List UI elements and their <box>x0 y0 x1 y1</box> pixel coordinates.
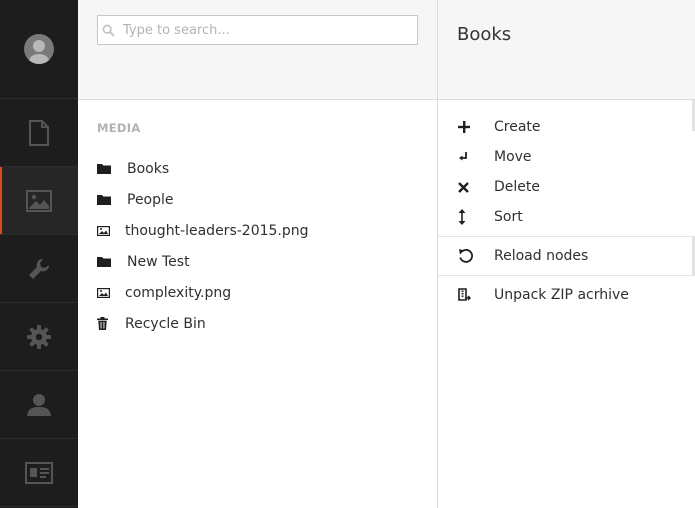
avatar-icon <box>29 40 49 64</box>
action-reload-nodes[interactable]: Reload nodes <box>438 241 695 271</box>
actions-title: Books <box>457 24 512 45</box>
tree-item-books[interactable]: Books <box>97 153 309 184</box>
actions-group-main: Create Move Delete Sort <box>438 100 695 237</box>
action-label: Sort <box>494 209 523 225</box>
actions-header: Books <box>438 0 695 100</box>
actions-panel: Books Create Move Delete Sort Reload nod… <box>438 0 695 508</box>
rail-item-members[interactable] <box>0 439 78 507</box>
zip-icon <box>438 287 494 303</box>
image-file-icon <box>97 225 125 236</box>
tree-item-people[interactable]: People <box>97 184 309 215</box>
action-label: Unpack ZIP acrhive <box>494 287 629 303</box>
app-sidebar <box>0 0 78 508</box>
avatar-slot <box>0 0 78 99</box>
tree-header <box>78 0 437 100</box>
sort-arrows-icon <box>438 209 494 225</box>
action-create[interactable]: Create <box>438 112 695 142</box>
rail-item-content[interactable] <box>0 99 78 167</box>
move-arrow-icon <box>438 151 494 163</box>
section-label: MEDIA <box>97 121 141 135</box>
image-icon <box>26 189 52 212</box>
plus-icon <box>438 121 494 133</box>
search-icon <box>102 24 115 37</box>
action-label: Reload nodes <box>494 248 589 264</box>
folder-icon <box>97 163 127 174</box>
close-icon <box>438 181 494 193</box>
rail-item-developer[interactable] <box>0 235 78 303</box>
action-unpack-zip[interactable]: Unpack ZIP acrhive <box>438 280 695 310</box>
tree-item-label: People <box>127 191 174 208</box>
tree-list: Books People thought-leaders-2015.png Ne… <box>97 153 309 339</box>
avatar[interactable] <box>24 34 54 64</box>
gear-icon <box>27 324 51 349</box>
rail-item-users[interactable] <box>0 371 78 439</box>
tree-item-new-test[interactable]: New Test <box>97 246 309 277</box>
reload-icon <box>438 248 494 264</box>
action-label: Move <box>494 149 532 165</box>
image-file-icon <box>97 287 125 298</box>
tree-item-complexity[interactable]: complexity.png <box>97 277 309 308</box>
tree-item-label: thought-leaders-2015.png <box>125 222 309 239</box>
tree-item-label: Recycle Bin <box>125 315 206 332</box>
tree-item-label: New Test <box>127 253 190 270</box>
media-tree-panel: MEDIA Books People thought-leaders-2015.… <box>78 0 438 508</box>
tree-item-label: Books <box>127 160 170 177</box>
actions-group-reload: Reload nodes <box>438 237 695 276</box>
action-delete[interactable]: Delete <box>438 172 695 202</box>
search-input[interactable] <box>98 16 417 44</box>
folder-icon <box>97 256 127 267</box>
action-label: Delete <box>494 179 540 195</box>
search-box <box>97 15 418 45</box>
tree-item-label: complexity.png <box>125 284 232 301</box>
action-label: Create <box>494 119 541 135</box>
tree-item-recycle-bin[interactable]: Recycle Bin <box>97 308 309 339</box>
tree-item-thought-leaders[interactable]: thought-leaders-2015.png <box>97 215 309 246</box>
user-icon <box>27 393 51 416</box>
rail-item-media[interactable] <box>0 167 78 235</box>
rail-item-settings[interactable] <box>0 303 78 371</box>
actions-group-zip: Unpack ZIP acrhive <box>438 276 695 310</box>
action-move[interactable]: Move <box>438 142 695 172</box>
document-icon <box>29 119 49 146</box>
trash-icon <box>97 317 125 330</box>
id-card-icon <box>25 461 53 484</box>
wrench-icon <box>29 258 50 279</box>
action-sort[interactable]: Sort <box>438 202 695 232</box>
folder-icon <box>97 194 127 205</box>
